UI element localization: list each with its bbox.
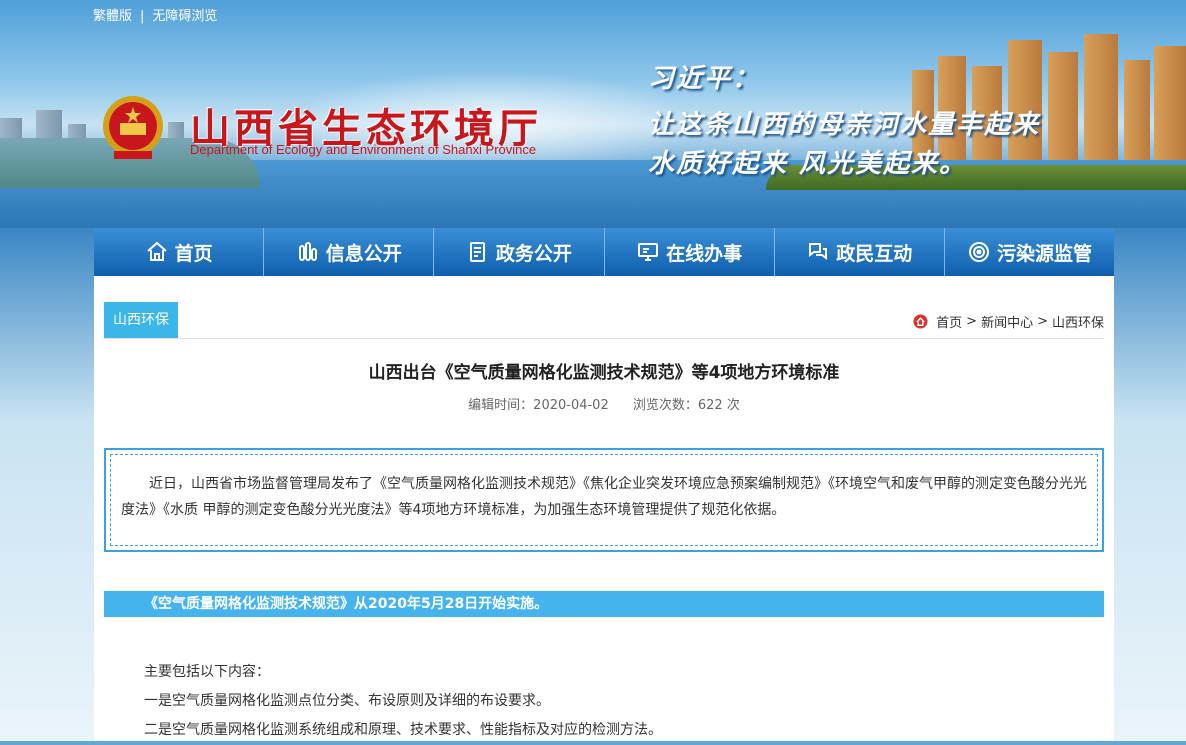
breadcrumb-separator: > [966, 314, 978, 329]
breadcrumb-news-link[interactable]: 新闻中心 [981, 312, 1033, 331]
nav-item-public-interaction[interactable]: 政民互动 [775, 228, 945, 276]
site-subtitle: Department of Ecology and Environment of… [190, 142, 537, 157]
breadcrumb-current-link[interactable]: 山西环保 [1052, 312, 1104, 331]
nav-item-online-service[interactable]: 在线办事 [605, 228, 775, 276]
nav-label: 在线办事 [666, 242, 743, 265]
nav-item-home[interactable]: 首页 [94, 228, 265, 276]
monitor-icon [638, 243, 659, 261]
home-icon [146, 241, 167, 261]
interaction-icon [809, 243, 828, 260]
target-icon [968, 242, 989, 262]
article-title: 山西出台《空气质量网格化监测技术规范》等4项地方环境标准 [368, 363, 840, 383]
section-tab[interactable]: 山西环保 [104, 302, 178, 338]
nav-item-government-affairs[interactable]: 政务公开 [434, 228, 605, 276]
building [1154, 46, 1186, 170]
nav-label: 污染源监管 [996, 242, 1092, 265]
edit-time: 编辑时间：2020-04-02 [468, 398, 609, 413]
quote-line-2: 水质好起来 风光美起来。 [648, 149, 968, 179]
article-meta: 编辑时间：2020-04-02 浏览次数：622 次 [94, 394, 1114, 413]
breadcrumb: 首页 > 新闻中心 > 山西环保 [913, 312, 1104, 331]
info-icon [298, 242, 317, 261]
article-subheading: 《空气质量网格化监测技术规范》从2020年5月28日开始实施。 [104, 591, 1104, 617]
building [1124, 60, 1150, 170]
view-count: 浏览次数：622 次 [632, 398, 740, 413]
building [1048, 52, 1078, 170]
nav-label: 政务公开 [495, 242, 572, 265]
building [1084, 34, 1118, 170]
breadcrumb-home-link[interactable]: 首页 [936, 312, 962, 331]
nav-item-info-disclosure[interactable]: 信息公开 [264, 228, 435, 276]
breadcrumb-separator: > [1037, 314, 1048, 329]
main-nav: 首页 信息公开 政务公开 在线办事 政民互动 污染源监管 [94, 228, 1114, 277]
article-body: 主要包括以下内容： 一是空气质量网格化监测点位分类、布设原则及详细的布设要求。 … [144, 658, 1084, 745]
nav-label: 首页 [174, 242, 213, 265]
link-separator: | [140, 9, 145, 24]
document-icon [469, 242, 485, 262]
header-banner: 繁體版 | 无障碍浏览 山西省生态环境厅 Department of Ecology… [0, 0, 1186, 228]
nav-item-pollution-supervision[interactable]: 污染源监管 [945, 228, 1114, 276]
article-summary-box: 近日，山西省市场监督管理局发布了《空气质量网格化监测技术规范》《焦化企业突发环境… [104, 448, 1104, 552]
national-emblem-icon [103, 96, 163, 159]
body-paragraph: 一是空气质量网格化监测点位分类、布设原则及详细的布设要求。 [144, 693, 550, 709]
nav-label: 信息公开 [325, 242, 402, 265]
body-paragraph: 主要包括以下内容： [144, 664, 270, 680]
traditional-chinese-link[interactable]: 繁體版 [93, 9, 132, 24]
home-icon [913, 314, 928, 329]
article-summary: 近日，山西省市场监督管理局发布了《空气质量网格化监测技术规范》《焦化企业突发环境… [110, 454, 1098, 546]
accessibility-link[interactable]: 无障碍浏览 [152, 9, 217, 24]
nav-label: 政民互动 [836, 242, 913, 265]
main-content: 山西环保 首页 > 新闻中心 > 山西环保 山西出台《空气质量网格化监测技术规范… [94, 276, 1114, 741]
top-links: 繁體版 | 无障碍浏览 [93, 5, 217, 24]
section-header: 山西环保 首页 > 新闻中心 > 山西环保 [104, 302, 1104, 339]
quote-line-1: 让这条山西的母亲河水量丰起来 [648, 110, 1041, 140]
quote-author: 习近平： [648, 64, 761, 94]
